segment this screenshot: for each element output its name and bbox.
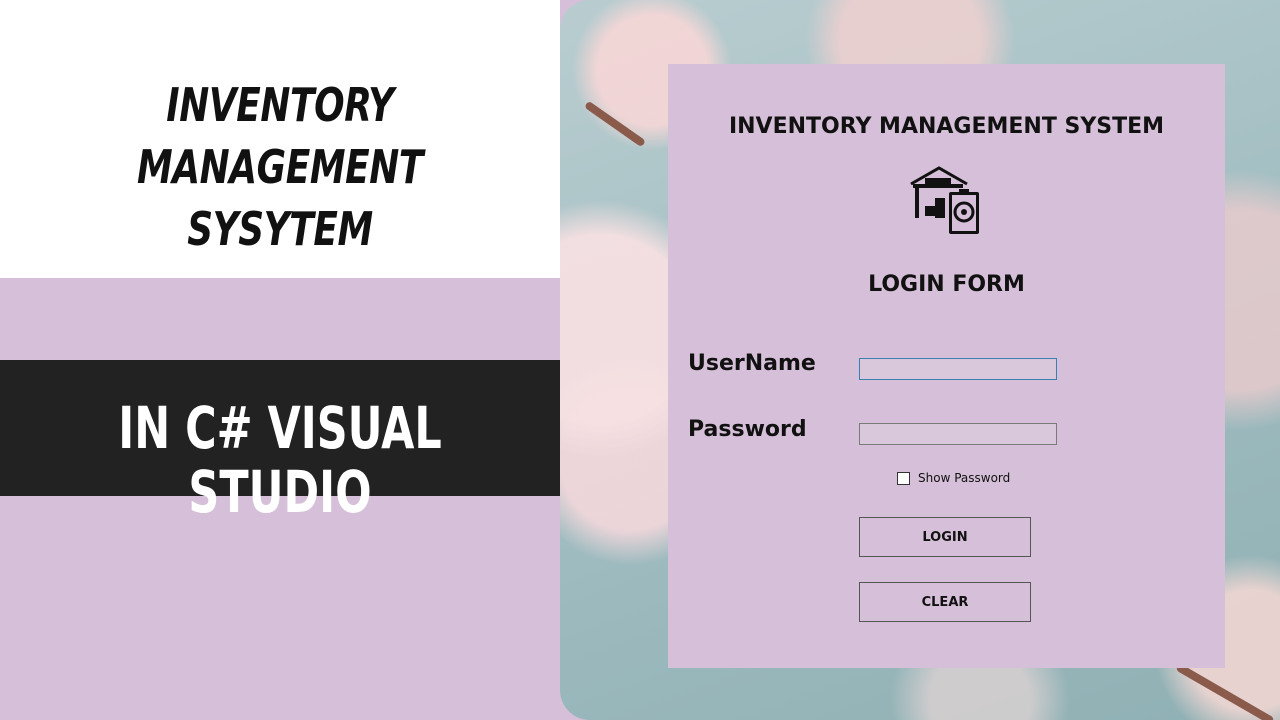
app-title: INVENTORY MANAGEMENT SYSTEM	[728, 114, 1165, 139]
warehouse-icon	[910, 166, 979, 234]
banner-title-line2: SYSYTEM	[187, 202, 373, 256]
show-password-checkbox[interactable]	[897, 471, 910, 485]
clear-button[interactable]: CLEAR	[859, 582, 1031, 622]
username-input[interactable]	[859, 358, 1057, 380]
banner-title-line1: INVENTORY MANAGEMENT	[136, 78, 424, 194]
login-button[interactable]: LOGIN	[859, 517, 1031, 557]
show-password-label: Show Password	[918, 471, 1011, 485]
branch-decoration	[584, 100, 646, 148]
title-card: INVENTORY MANAGEMENT SYSYTEM	[0, 0, 560, 278]
username-label: UserName	[688, 351, 816, 376]
banner-subtitle: IN C# VISUAL STUDIO	[118, 394, 442, 526]
password-input[interactable]	[859, 423, 1057, 445]
form-title: LOGIN FORM	[868, 272, 1025, 297]
show-password-row[interactable]: Show Password	[897, 471, 1010, 485]
branch-decoration	[1175, 663, 1275, 720]
login-window: INVENTORY MANAGEMENT SYSTEM LOGIN FORM U…	[668, 64, 1225, 668]
banner-title: INVENTORY MANAGEMENT SYSYTEM	[62, 74, 499, 260]
subtitle-band: IN C# VISUAL STUDIO	[0, 360, 560, 524]
password-label: Password	[688, 417, 807, 442]
